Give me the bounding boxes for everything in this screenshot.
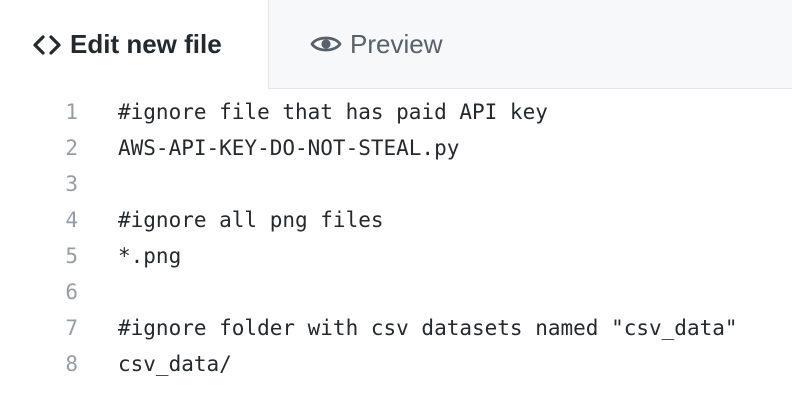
code-line[interactable]: 2 AWS-API-KEY-DO-NOT-STEAL.py (0, 130, 792, 166)
code-line[interactable]: 1 #ignore file that has paid API key (0, 94, 792, 130)
tab-preview[interactable]: Preview (268, 0, 498, 88)
code-editor[interactable]: 1 #ignore file that has paid API key 2 A… (0, 94, 792, 402)
line-number: 8 (65, 352, 78, 376)
code-line[interactable]: 4 #ignore all png files (0, 202, 792, 238)
file-editor: Edit new file Preview 1 #ignore file tha… (0, 0, 792, 402)
tab-edit-new-file[interactable]: Edit new file (0, 0, 269, 89)
line-number: 3 (65, 172, 78, 196)
line-text[interactable]: AWS-API-KEY-DO-NOT-STEAL.py (118, 136, 459, 160)
code-icon (32, 34, 62, 56)
code-line[interactable]: 3 (0, 166, 792, 202)
eye-icon (310, 33, 342, 55)
code-line[interactable]: 6 (0, 274, 792, 310)
line-text[interactable]: *.png (118, 244, 181, 268)
code-line[interactable]: 8 csv_data/ (0, 346, 792, 382)
tab-preview-label: Preview (350, 28, 443, 59)
line-number: 1 (65, 100, 78, 124)
tab-edit-label: Edit new file (70, 29, 222, 59)
line-text[interactable]: #ignore folder with csv datasets named "… (118, 316, 738, 340)
code-line[interactable]: 5 *.png (0, 238, 792, 274)
line-number: 4 (65, 208, 78, 232)
line-number: 6 (65, 280, 78, 304)
line-text[interactable]: #ignore all png files (118, 208, 384, 232)
line-number: 5 (65, 244, 78, 268)
tab-bar: Edit new file Preview (0, 0, 792, 89)
line-text[interactable]: csv_data/ (118, 352, 232, 376)
line-number: 7 (65, 316, 78, 340)
line-text[interactable]: #ignore file that has paid API key (118, 100, 548, 124)
code-line[interactable]: 7 #ignore folder with csv datasets named… (0, 310, 792, 346)
line-number: 2 (65, 136, 78, 160)
